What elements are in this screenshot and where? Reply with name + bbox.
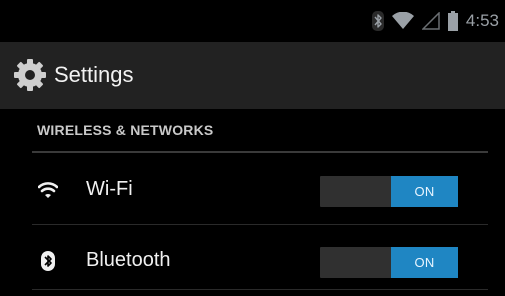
- section-divider: [32, 151, 488, 153]
- settings-list: WIRELESS & NETWORKS Wi-Fi ON Bluetooth O…: [0, 109, 505, 296]
- setting-label-wifi: Wi-Fi: [86, 178, 133, 200]
- page-title: Settings: [54, 62, 134, 87]
- wifi-icon: [391, 12, 414, 29]
- section-header-wireless: WIRELESS & NETWORKS: [37, 122, 214, 138]
- setting-row-bluetooth[interactable]: Bluetooth ON: [0, 225, 505, 295]
- action-bar: Settings: [0, 42, 505, 109]
- wifi-toggle-state: ON: [391, 176, 458, 207]
- bluetooth-toggle-state: ON: [391, 247, 458, 278]
- bluetooth-toggle[interactable]: ON: [320, 247, 458, 278]
- gear-icon[interactable]: [12, 57, 48, 93]
- row-divider: [32, 289, 488, 290]
- status-bar: 4:53: [0, 0, 505, 42]
- bluetooth-icon: [41, 251, 55, 271]
- bluetooth-icon: [371, 11, 384, 31]
- status-time: 4:53: [465, 11, 499, 30]
- status-icons: 4:53: [371, 10, 499, 32]
- battery-icon: [447, 11, 458, 31]
- signal-icon: [421, 12, 440, 30]
- wifi-icon: [38, 182, 58, 198]
- setting-label-bluetooth: Bluetooth: [86, 249, 171, 271]
- setting-row-wifi[interactable]: Wi-Fi ON: [0, 154, 505, 224]
- wifi-toggle[interactable]: ON: [320, 176, 458, 207]
